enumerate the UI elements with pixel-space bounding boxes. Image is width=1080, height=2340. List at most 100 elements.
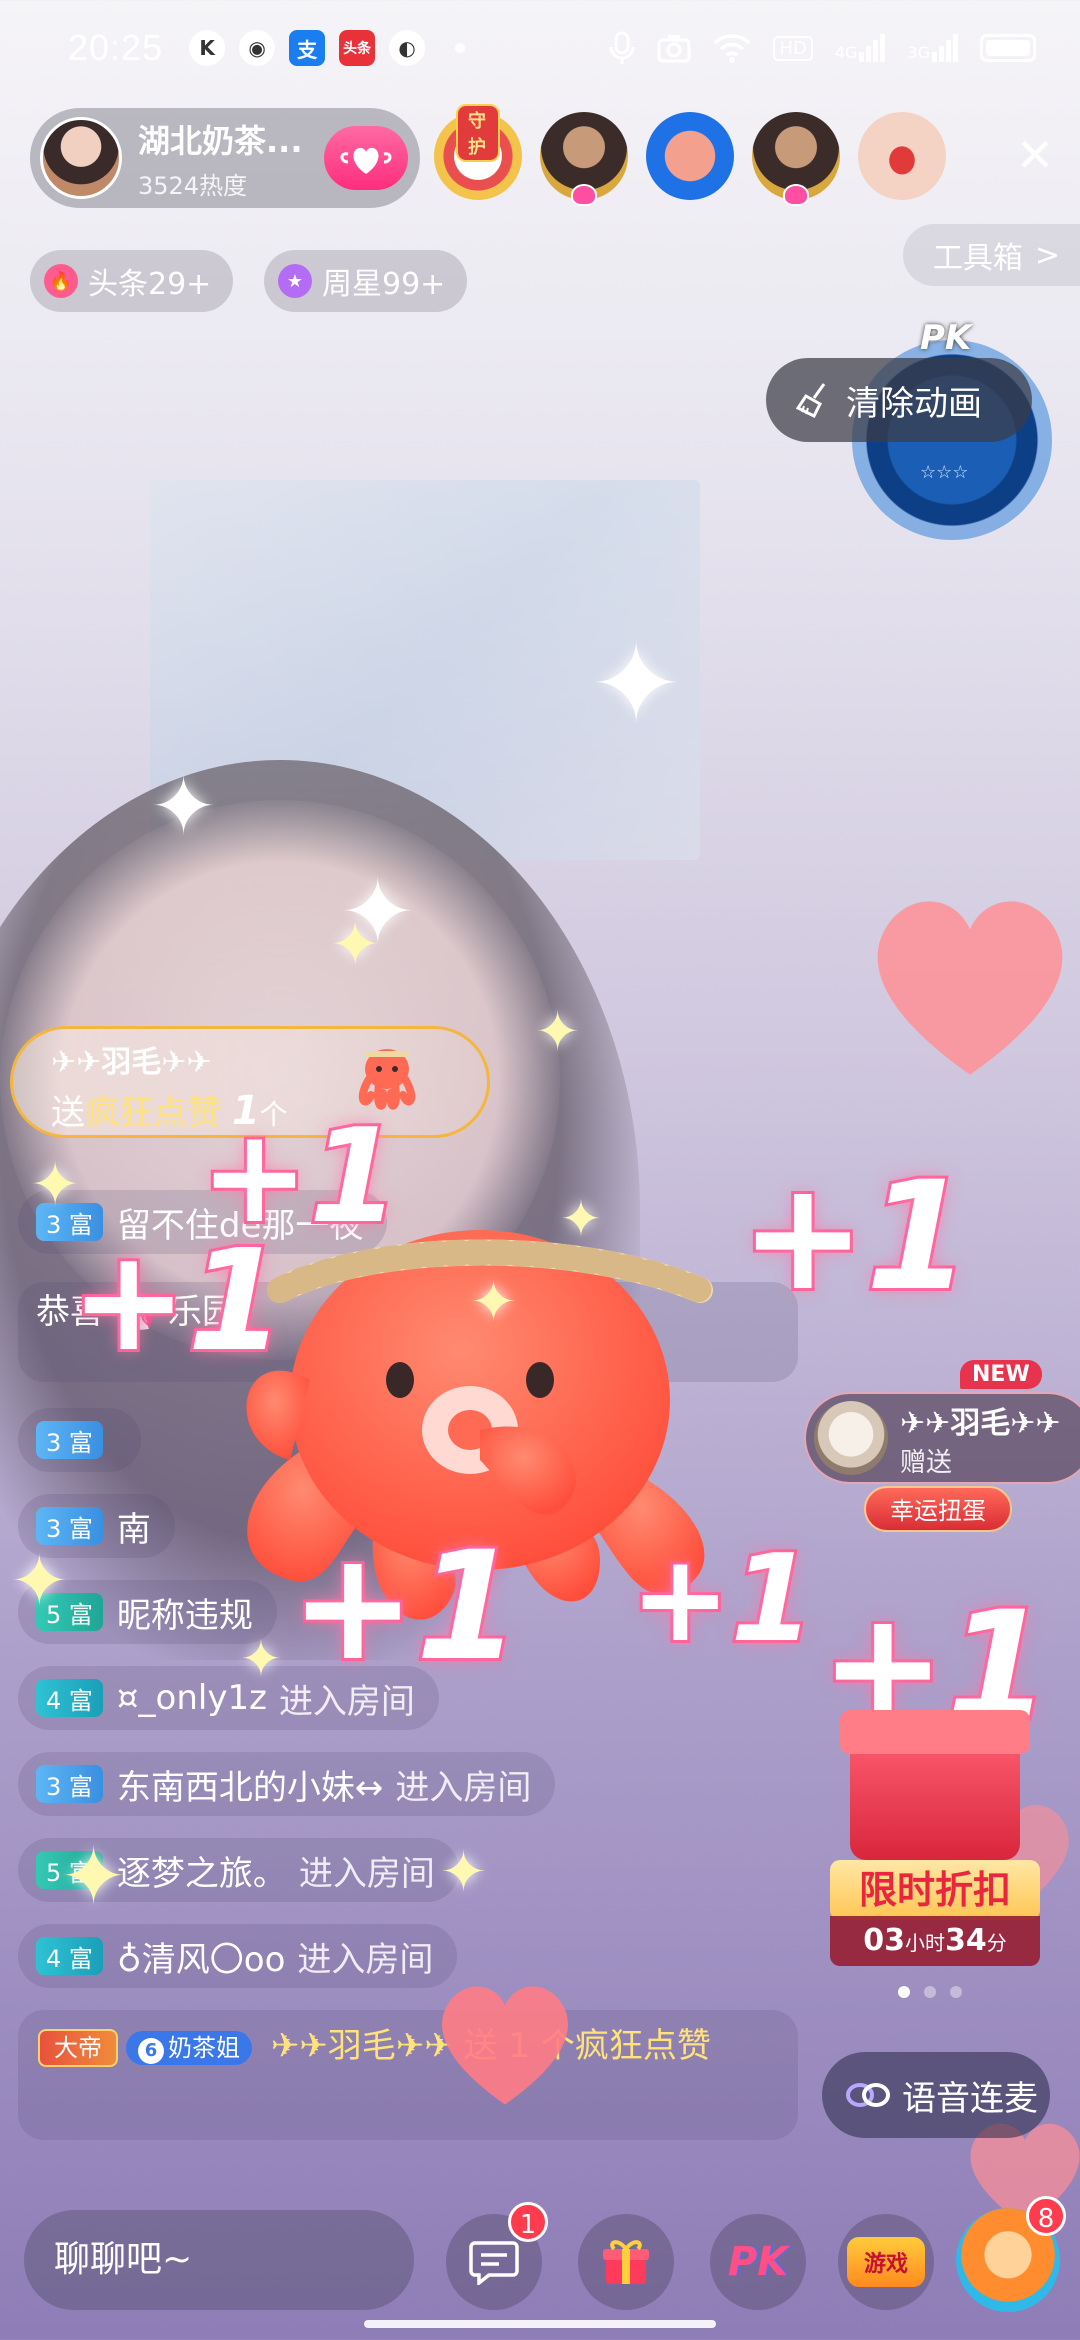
gift-name: 疯狂点赞 bbox=[85, 1093, 221, 1133]
game-button[interactable]: 游戏 bbox=[838, 2214, 934, 2310]
more-notifications-dot bbox=[455, 43, 466, 53]
gift-sender-card[interactable]: ✈✈羽毛✈✈ 赠送 bbox=[804, 1392, 1080, 1484]
lucky-gacha-button[interactable]: 幸运扭蛋 bbox=[864, 1486, 1012, 1532]
gift-prefix: 送 bbox=[51, 1093, 85, 1133]
viewer-avatar[interactable] bbox=[858, 112, 946, 200]
hd-label: HD bbox=[773, 35, 813, 61]
follow-button[interactable] bbox=[324, 126, 408, 190]
camera-icon bbox=[657, 35, 691, 63]
host-name: 湖北奶茶... bbox=[138, 121, 303, 160]
chat-text: 南 bbox=[116, 1509, 151, 1550]
mic-icon bbox=[609, 31, 635, 64]
sale-hours: 03 bbox=[863, 1923, 905, 1958]
viewer-avatar[interactable] bbox=[540, 112, 628, 206]
guard-badge: 守护 bbox=[456, 104, 500, 162]
sale-hours-unit: 小时 bbox=[905, 1931, 945, 1955]
notification-icons: K ◉ 支 头条 ◐ bbox=[189, 30, 466, 66]
wealth-level-badge: 3 富 bbox=[36, 1765, 103, 1803]
voice-link-label: 语音连麦 bbox=[902, 2078, 1038, 2119]
enter-room-text: 进入房间 bbox=[297, 1939, 434, 1980]
game-icon: 游戏 bbox=[847, 2237, 925, 2287]
gift-unit: 个 bbox=[259, 1098, 288, 1131]
carousel-dot bbox=[898, 1986, 910, 1998]
clear-animation-button[interactable]: 清除动画 bbox=[766, 358, 1032, 442]
host-heat: 3524热度 bbox=[138, 171, 248, 200]
viewer-avatar[interactable] bbox=[646, 112, 734, 200]
chat-bubble-icon bbox=[469, 2241, 519, 2285]
browser-icon: ◐ bbox=[389, 30, 426, 66]
host-info-bar[interactable]: 湖北奶茶... 3524热度 bbox=[30, 108, 420, 208]
gift-count: 1 bbox=[231, 1088, 260, 1134]
signal-4g: 4G bbox=[835, 34, 886, 62]
broom-icon bbox=[795, 383, 826, 419]
fan-club-name: 奶茶姐 bbox=[168, 2033, 240, 2062]
weekly-star-tag[interactable]: ★ 周星99+ bbox=[264, 250, 468, 312]
system-icons: HD 4G 3G bbox=[609, 31, 1036, 65]
pk-button[interactable]: PK bbox=[710, 2214, 806, 2310]
wealth-level-badge: 4 富 bbox=[36, 1937, 103, 1975]
highlight-text: ✈✈羽毛✈✈ 送 1 个疯狂点赞 bbox=[270, 2026, 711, 2066]
message-button[interactable]: 1 bbox=[446, 2202, 548, 2310]
fox-activity-button[interactable]: 8 bbox=[956, 2196, 1066, 2312]
gift-box-lid bbox=[840, 1710, 1030, 1754]
kuaishou-icon: K bbox=[189, 30, 226, 66]
wealth-level-badge: 3 富 bbox=[36, 1507, 103, 1545]
viewer-avatar-guard[interactable]: 守护 bbox=[434, 104, 522, 200]
bottom-bar: 聊聊吧~ 1 PK 游戏 8 bbox=[0, 2196, 1080, 2340]
pk-icon: PK bbox=[727, 2239, 789, 2285]
chat-text: ♁清风〇oo bbox=[116, 1939, 286, 1980]
emperor-badge: 大帝 bbox=[38, 2028, 118, 2067]
carousel-dot bbox=[950, 1986, 962, 1998]
chat-message: 3 富 bbox=[18, 1408, 141, 1472]
fan-club-badge: 6 奶茶姐 bbox=[126, 2030, 252, 2065]
gift-button[interactable] bbox=[578, 2214, 674, 2310]
chat-input[interactable]: 聊聊吧~ bbox=[24, 2210, 414, 2310]
sale-minutes: 34 bbox=[945, 1923, 987, 1958]
host-avatar[interactable] bbox=[40, 117, 122, 199]
enter-room-text: 进入房间 bbox=[395, 1767, 532, 1808]
link-icon bbox=[846, 2083, 890, 2107]
voice-link-button[interactable]: 语音连麦 bbox=[822, 2052, 1050, 2138]
circle-app-icon: ◉ bbox=[239, 30, 276, 66]
sale-countdown: 03小时34分 bbox=[830, 1916, 1040, 1966]
chat-message: 5 富 逐梦之旅。 进入房间 bbox=[18, 1838, 459, 1902]
message-count-badge: 1 bbox=[508, 2202, 548, 2242]
status-time: 20:25 bbox=[68, 27, 164, 68]
viewer-avatar[interactable] bbox=[752, 112, 840, 206]
top-viewers: 守护 bbox=[434, 104, 946, 206]
chat-message: 4 富 ♁清风〇oo 进入房间 bbox=[18, 1924, 458, 1988]
flame-icon: 🔥 bbox=[44, 264, 78, 298]
alipay-icon: 支 bbox=[289, 30, 326, 66]
star-icon: ★ bbox=[278, 264, 312, 298]
home-indicator[interactable] bbox=[364, 2320, 716, 2328]
heart-badge-icon bbox=[571, 184, 597, 206]
headline-tag[interactable]: 🔥 头条29+ bbox=[30, 250, 234, 312]
pk-ring-label: PK bbox=[920, 318, 972, 358]
limited-sale-widget[interactable]: 限时折扣 03小时34分 bbox=[830, 1710, 1040, 1970]
close-icon[interactable]: ✕ bbox=[1010, 130, 1060, 180]
chat-message: 3 富 东南西北的小妹↔ 进入房间 bbox=[18, 1752, 556, 1816]
carousel-dot bbox=[924, 1986, 936, 1998]
signal-3g: 3G bbox=[907, 34, 958, 62]
enter-room-text: 进入房间 bbox=[298, 1853, 435, 1894]
toolbox-label: 工具箱 bbox=[932, 241, 1023, 276]
new-badge: NEW bbox=[960, 1360, 1042, 1389]
wealth-level-badge: 5 富 bbox=[36, 1593, 103, 1631]
clear-animation-label: 清除动画 bbox=[846, 383, 982, 424]
sale-minutes-unit: 分 bbox=[986, 1931, 1007, 1955]
chat-text: 东南西北的小妹↔ bbox=[116, 1767, 384, 1808]
headline-label: 头条29+ bbox=[88, 267, 212, 302]
wealth-level-badge: 3 富 bbox=[36, 1203, 103, 1241]
status-bar: 20:25 K ◉ 支 头条 ◐ HD 4G 3G bbox=[0, 0, 1080, 96]
sale-title: 限时折扣 bbox=[830, 1860, 1040, 1920]
wifi-icon bbox=[714, 34, 751, 63]
toolbox-button[interactable]: 工具箱 > bbox=[902, 224, 1080, 286]
gift-icon bbox=[603, 2240, 649, 2284]
wealth-level-badge: 4 富 bbox=[36, 1679, 103, 1717]
gift-sender-avatar bbox=[814, 1401, 888, 1475]
carousel-dots bbox=[898, 1986, 962, 1998]
gift-sender-name: ✈✈羽毛✈✈ bbox=[900, 1405, 1061, 1441]
octopus-gift-animation bbox=[246, 1230, 713, 1620]
chevron-right-icon: > bbox=[1034, 237, 1060, 273]
host-info: 湖北奶茶... 3524热度 bbox=[138, 116, 302, 201]
